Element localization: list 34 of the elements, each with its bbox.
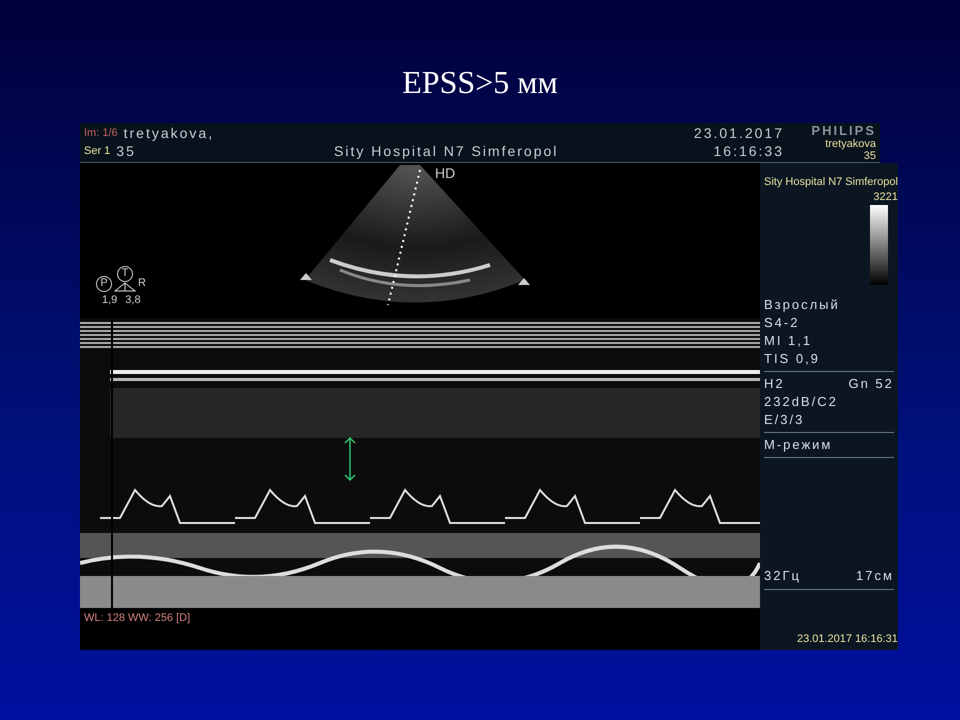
overlay-patient: tretyakova [825, 138, 876, 150]
scan-parameter: S4-2 [764, 314, 800, 332]
r-marker: R [138, 276, 146, 291]
overlay-id: 3221 [873, 190, 898, 205]
triangle-icon [114, 282, 136, 292]
exam-time: 16:16:33 [714, 142, 784, 160]
patient-name: tretyakova, [124, 124, 214, 142]
left-value: 1,9 [102, 292, 118, 308]
scan-parameter: 32Гц [764, 567, 801, 585]
scan-parameter: TIS 0,9 [764, 350, 820, 368]
scan-parameter: MI 1,1 [764, 332, 812, 350]
series-label: Ser 1 [84, 144, 110, 159]
p-marker: P [96, 276, 112, 292]
sector-label: HD [435, 164, 456, 183]
slide-title: EPSS>5 мм [402, 63, 558, 102]
scan-parameter: E/3/3 [764, 411, 804, 429]
hospital-name: Sity Hospital N7 Simferopol [334, 142, 560, 161]
scan-parameter: M-режим [764, 436, 832, 454]
overlay-age: 35 [864, 150, 876, 162]
exam-date: 23.01.2017 [694, 124, 784, 142]
measurement-arrow-icon [344, 436, 356, 482]
scan-parameter: H2 [764, 375, 785, 393]
right-value: 3,8 [125, 292, 141, 308]
patient-age: 35 [116, 142, 136, 160]
image-number: Im: 1/6 [84, 126, 118, 141]
brand-logo: PHILIPS [811, 124, 876, 138]
t-marker: T [117, 266, 133, 282]
scan-parameter: 232dB/C2 [764, 393, 838, 411]
scan-parameter: 17см [856, 567, 894, 585]
scan-parameter: Взрослый [764, 296, 840, 314]
scan-parameter: Gn 52 [848, 375, 894, 393]
window-level-label: WL: 128 WW: 256 [D] [84, 611, 190, 626]
overlay-timestamp: 23.01.2017 16:16:31 [796, 632, 898, 647]
overlay-hospital: Sity Hospital N7 Simferopol [764, 175, 898, 190]
